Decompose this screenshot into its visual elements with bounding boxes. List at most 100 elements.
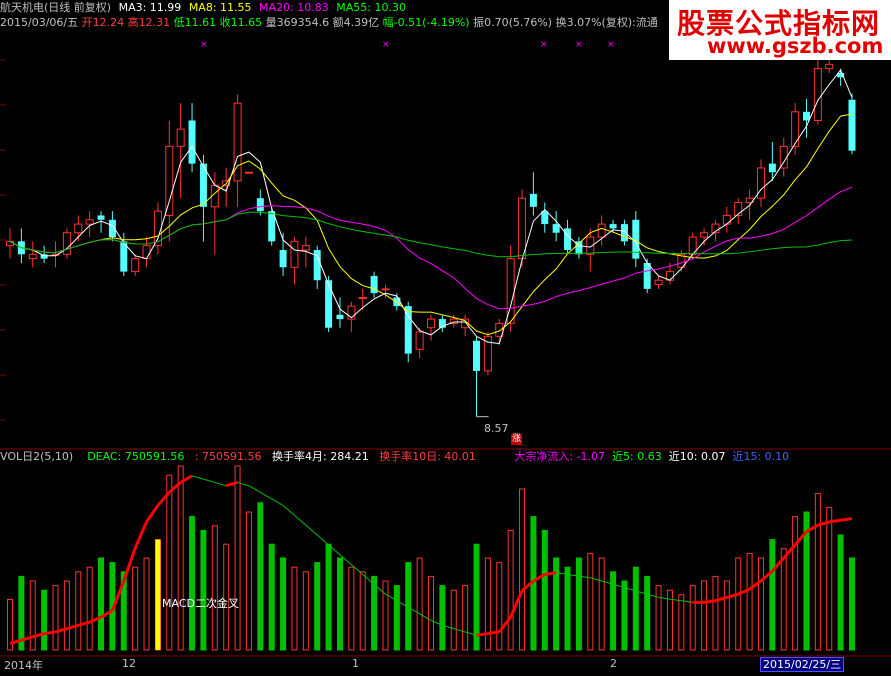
candle-body [427, 318, 435, 329]
deac-line-segment [237, 481, 250, 487]
deac-line-segment [248, 485, 261, 493]
volume-bar [257, 502, 264, 651]
volume-bar [712, 575, 719, 651]
candle-body [256, 198, 264, 212]
volume-bar [41, 589, 48, 651]
volume-bar [814, 493, 821, 651]
date-label-dec: 12 [122, 657, 136, 670]
candle-body [6, 240, 14, 247]
low-price-label: 8.57 [484, 422, 509, 435]
deac-line-segment [351, 564, 364, 575]
volume-header: VOL日2(5,10) DEAC: 750591.56 : 750591.56 … [0, 449, 789, 464]
candle-body [28, 253, 37, 260]
candle-body [74, 223, 83, 234]
candle-body [97, 215, 105, 220]
deac-line-segment [316, 534, 329, 546]
kline-chart[interactable]: × × × × × [0, 0, 891, 676]
candle-body [597, 223, 606, 238]
deac-line-segment [544, 571, 557, 576]
deac-line-segment [476, 632, 489, 637]
candle-body [176, 128, 185, 147]
volume-bar [849, 557, 855, 651]
volume-bar [325, 543, 332, 651]
signal-marker: × [382, 40, 390, 50]
volume-bar [348, 566, 355, 651]
candle-body [279, 250, 287, 268]
date-axis: 2014年 12 1 2 [0, 656, 891, 676]
candle-body [529, 193, 537, 207]
macd-cross-annotation: MACD二次金叉 [162, 597, 239, 610]
volume-bar [746, 552, 753, 651]
volume-bar [428, 575, 434, 651]
near10-value: 近10: 0.07 [668, 450, 726, 463]
volume-bar [280, 557, 287, 651]
volume-bar [86, 566, 93, 651]
deac-line-segment [145, 504, 160, 523]
candle-body [802, 111, 810, 121]
volume-bar [792, 516, 799, 651]
candle-body [813, 68, 822, 121]
candle-body [654, 279, 663, 286]
candle-body [779, 145, 788, 169]
candle-body [564, 228, 572, 250]
volume-bar [678, 594, 685, 651]
volume-bar [462, 585, 469, 651]
deac-line-segment [203, 478, 215, 483]
deac-line-segment [191, 475, 204, 480]
candle-body [404, 306, 412, 354]
date-label-feb: 2 [610, 657, 617, 670]
candle-body [301, 245, 310, 251]
candle-body [825, 63, 834, 70]
deac-line-segment [748, 579, 762, 591]
deac-line-segment [55, 627, 68, 634]
volume-bar [826, 506, 833, 651]
deac-line-segment [487, 630, 500, 636]
candle-body [848, 99, 856, 151]
deac-line-segment [737, 587, 751, 596]
deac-line-segment [66, 623, 79, 631]
deac-line-segment [658, 596, 671, 600]
volume-bar [245, 511, 252, 651]
deac-line-segment [509, 590, 524, 618]
candle-body [142, 245, 151, 260]
volume-bar [564, 566, 571, 651]
candle-body [244, 171, 253, 174]
deac-line-segment [133, 521, 148, 549]
deac-line-segment [156, 491, 171, 507]
volume-bar [757, 557, 764, 651]
candle-body [722, 214, 731, 225]
deac-line-segment [726, 592, 739, 599]
volume-bar [587, 552, 594, 651]
deac-line-segment [260, 491, 272, 500]
deac-line-segment [840, 517, 853, 522]
signal-marker: × [575, 40, 583, 50]
deac-line-segment [590, 577, 602, 582]
chart-window[interactable]: 航天机电(日线 前复权) MA3: 11.99 MA8: 11.55 MA20:… [0, 0, 891, 676]
volume-bar [200, 529, 207, 651]
volume-bar [780, 548, 787, 651]
volume-bar [701, 580, 708, 651]
volume-bar [268, 543, 275, 651]
cursor-date-label: 2015/02/25/三 [760, 657, 845, 672]
volume-bar [723, 580, 730, 651]
volume-bar [689, 585, 696, 651]
candle-body [165, 145, 174, 216]
candle-body [336, 314, 344, 320]
deac-line-segment [77, 620, 91, 627]
volume-bar [393, 585, 400, 651]
deac-line-segment [122, 547, 137, 582]
date-label-jan: 1 [352, 657, 359, 670]
macd-cross-bar [155, 539, 161, 650]
candle-body [552, 224, 560, 233]
volume-bar [769, 539, 776, 651]
volume-bar [98, 557, 105, 651]
candle-body [188, 120, 196, 164]
candle-body [620, 224, 628, 242]
volume-bar [336, 557, 343, 651]
candle-body [290, 240, 299, 268]
candle-body [131, 258, 140, 273]
volume-bar [63, 580, 70, 651]
volume-bar [166, 474, 173, 651]
candle-body [791, 111, 800, 147]
volume-bar [189, 516, 196, 651]
